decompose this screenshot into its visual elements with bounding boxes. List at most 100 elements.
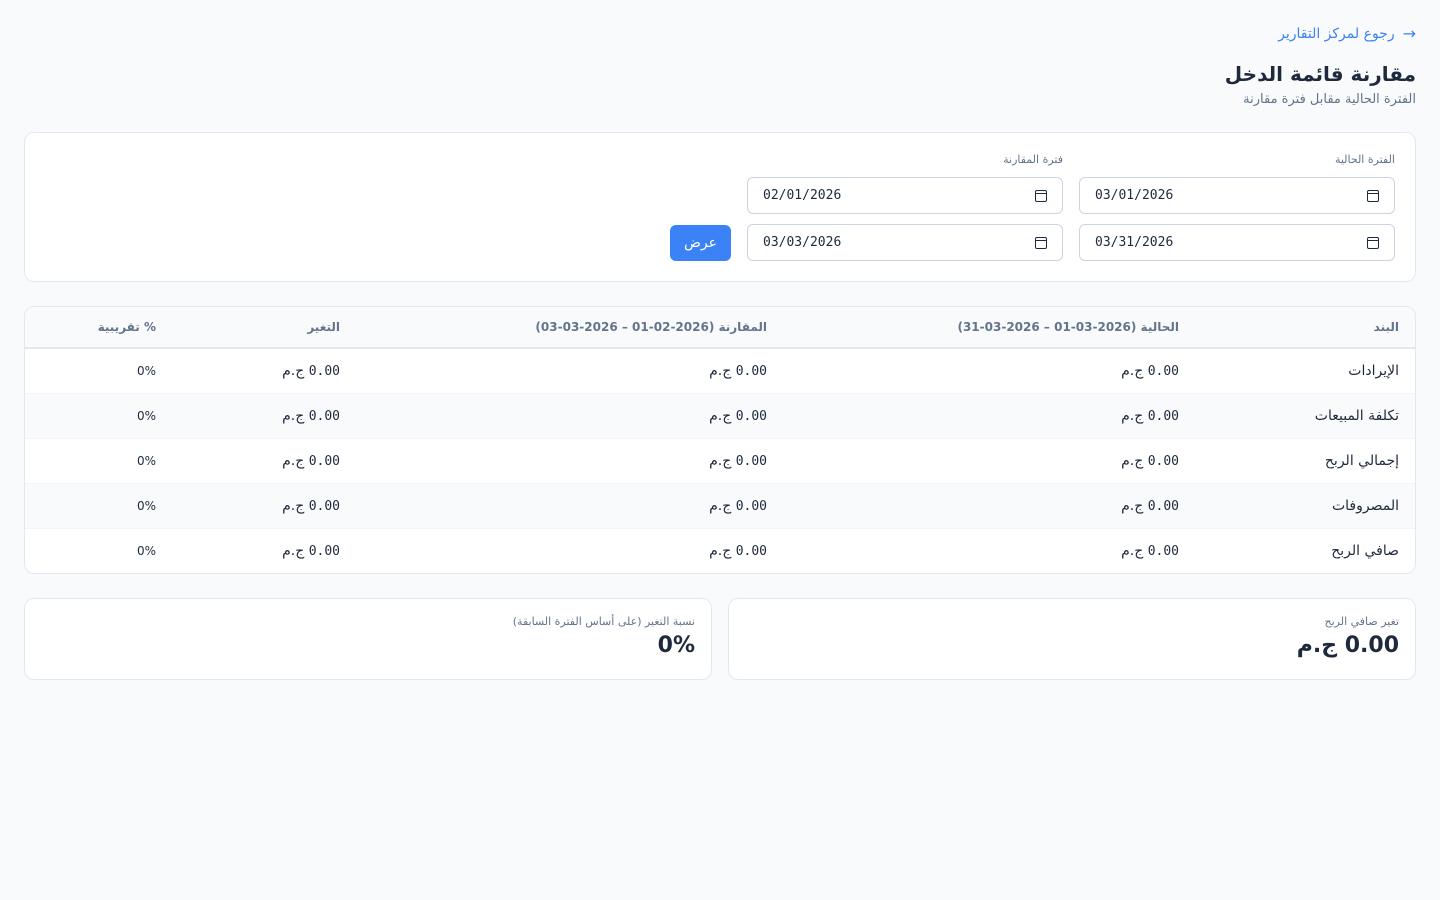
calendar-icon[interactable] [1035, 189, 1047, 202]
amount: 0.00 [1147, 408, 1179, 424]
currency: ج.م [282, 362, 305, 379]
comparison-period-label: فترة المقارنة [1003, 153, 1063, 166]
current-period-label: الفترة الحالية [1334, 153, 1395, 166]
currency: ج.م [709, 362, 732, 379]
comparison-table: البند الحالية (2026-03-01 – 2026-03-31) … [25, 307, 1415, 573]
calendar-icon[interactable] [1035, 236, 1047, 249]
amount: 0.00 [308, 453, 340, 469]
arrow-right-icon: → [1402, 24, 1416, 43]
currency: ج.م [709, 452, 732, 469]
comparison-to-value: 03/03/2026 [763, 235, 842, 250]
cell-comparison: 0.00 ج.م [356, 528, 783, 573]
page: → رجوع لمركز التقارير مقارنة قائمة الدخل… [0, 0, 1440, 680]
amount: 0.00 [735, 363, 767, 379]
amount: 0.00 [308, 408, 340, 424]
change-percent-label: نسبة التغير (على أساس الفترة السابقة) [512, 615, 695, 628]
amount: 0.00 [735, 408, 767, 424]
currency: ج.م [709, 497, 732, 514]
comparison-table-card: البند الحالية (2026-03-01 – 2026-03-31) … [24, 306, 1416, 574]
cell-comparison: 0.00 ج.م [356, 348, 783, 394]
comparison-to-input[interactable]: 03/03/2026 [747, 224, 1063, 261]
header-comparison: المقارنة (2026-02-01 – 2026-03-03) [356, 307, 783, 349]
currency: ج.م [1121, 407, 1144, 424]
table-header-row: البند الحالية (2026-03-01 – 2026-03-31) … [25, 307, 1415, 349]
currency: ج.م [709, 407, 732, 424]
cell-current: 0.00 ج.م [783, 528, 1195, 573]
table-row: المصروفات 0.00 ج.م 0.00 ج.م 0.00 ج.م 0% [25, 483, 1415, 529]
current-from-value: 03/01/2026 [1095, 188, 1174, 203]
cell-pct: 0% [136, 543, 156, 558]
header-pct: % تقريبية [25, 307, 172, 349]
comparison-period-group: فترة المقارنة 02/01/2026 03/03/2026 [747, 153, 1063, 261]
currency: ج.م [1121, 542, 1144, 559]
header-item: البند [1195, 307, 1415, 349]
amount: 0.00 [308, 363, 340, 379]
currency: ج.م [282, 452, 305, 469]
cell-comparison: 0.00 ج.م [356, 483, 783, 529]
cell-item: الإيرادات [1195, 348, 1415, 394]
cell-pct: 0% [25, 438, 172, 484]
cell-pct: 0% [25, 348, 172, 394]
back-link-label: رجوع لمركز التقارير [1278, 26, 1395, 42]
cell-change: 0.00 ج.م [172, 393, 356, 439]
net-profit-change-label: تغير صافي الربح [1324, 615, 1399, 628]
net-profit-change-value: 0.00 ج.م [1296, 633, 1399, 658]
amount: 0.00 [735, 543, 767, 559]
cell-item: المصروفات [1195, 483, 1415, 529]
calendar-icon[interactable] [1367, 189, 1379, 202]
amount: 0.00 [1147, 363, 1179, 379]
table-row: إجمالي الربح 0.00 ج.م 0.00 ج.م 0.00 ج.م 0% [25, 438, 1415, 484]
amount: 0.00 [1147, 543, 1179, 559]
summary-cards: تغير صافي الربح 0.00 ج.م نسبة التغير (عل… [24, 598, 1416, 680]
amount: 0.00 [1147, 498, 1179, 514]
amount: 0.00 [308, 498, 340, 514]
cell-change: 0.00 ج.م [172, 528, 356, 573]
cell-current: 0.00 ج.م [783, 393, 1195, 439]
cell-current: 0.00 ج.م [783, 483, 1195, 529]
cell-change: 0.00 ج.م [172, 438, 356, 484]
cell-comparison: 0.00 ج.م [356, 393, 783, 439]
cell-current: 0.00 ج.م [783, 438, 1195, 484]
cell-change: 0.00 ج.م [172, 348, 356, 394]
cell-change: 0.00 ج.م [172, 483, 356, 529]
cell-pct: 0% [25, 393, 172, 439]
currency: ج.م [1121, 497, 1144, 514]
show-button[interactable]: عرض [670, 225, 731, 261]
currency: ج.م [1121, 452, 1144, 469]
currency: ج.م [709, 542, 732, 559]
comparison-from-input[interactable]: 02/01/2026 [747, 177, 1063, 214]
current-to-input[interactable]: 03/31/2026 [1079, 224, 1395, 261]
back-to-reports-link[interactable]: → رجوع لمركز التقارير [24, 24, 1416, 44]
currency: ج.م [282, 497, 305, 514]
header-change: التغير [172, 307, 356, 349]
amount: 0.00 [308, 543, 340, 559]
change-percent-card: نسبة التغير (على أساس الفترة السابقة) 0% [24, 598, 712, 680]
net-profit-change-card: تغير صافي الربح 0.00 ج.م [728, 598, 1416, 680]
calendar-icon[interactable] [1367, 236, 1379, 249]
table-row: الإيرادات 0.00 ج.م 0.00 ج.م 0.00 ج.م 0% [25, 348, 1415, 394]
change-percent-value: 0% [657, 633, 695, 658]
currency: ج.م [282, 542, 305, 559]
page-title: مقارنة قائمة الدخل [1224, 62, 1416, 86]
table-row: تكلفة المبيعات 0.00 ج.م 0.00 ج.م 0.00 ج.م 0% [25, 393, 1415, 439]
page-subtitle: الفترة الحالية مقابل فترة مقارنة [1243, 92, 1416, 107]
comparison-from-value: 02/01/2026 [763, 188, 842, 203]
current-period-group: الفترة الحالية 03/01/2026 03/31/2026 [1079, 153, 1395, 261]
cell-item: تكلفة المبيعات [1195, 393, 1415, 439]
cell-pct: 0% [25, 483, 172, 529]
amount: 0.00 [735, 498, 767, 514]
cell-current: 0.00 ج.م [783, 348, 1195, 394]
table-row: صافي الربح 0.00 ج.م 0.00 ج.م 0.00 ج.م 0% [25, 528, 1415, 573]
header-current: الحالية (2026-03-01 – 2026-03-31) [783, 307, 1195, 349]
currency: ج.م [1121, 362, 1144, 379]
cell-comparison: 0.00 ج.م [356, 438, 783, 484]
table-body: الإيرادات 0.00 ج.م 0.00 ج.م 0.00 ج.م 0% تكلفة… [25, 348, 1415, 573]
current-from-input[interactable]: 03/01/2026 [1079, 177, 1395, 214]
filters-card: الفترة الحالية 03/01/2026 03/31/2026 فتر… [24, 132, 1416, 282]
amount: 0.00 [735, 453, 767, 469]
current-to-value: 03/31/2026 [1095, 235, 1174, 250]
currency: ج.م [282, 407, 305, 424]
cell-item: صافي الربح [1331, 542, 1399, 559]
cell-item: إجمالي الربح [1195, 438, 1415, 484]
amount: 0.00 [1147, 453, 1179, 469]
